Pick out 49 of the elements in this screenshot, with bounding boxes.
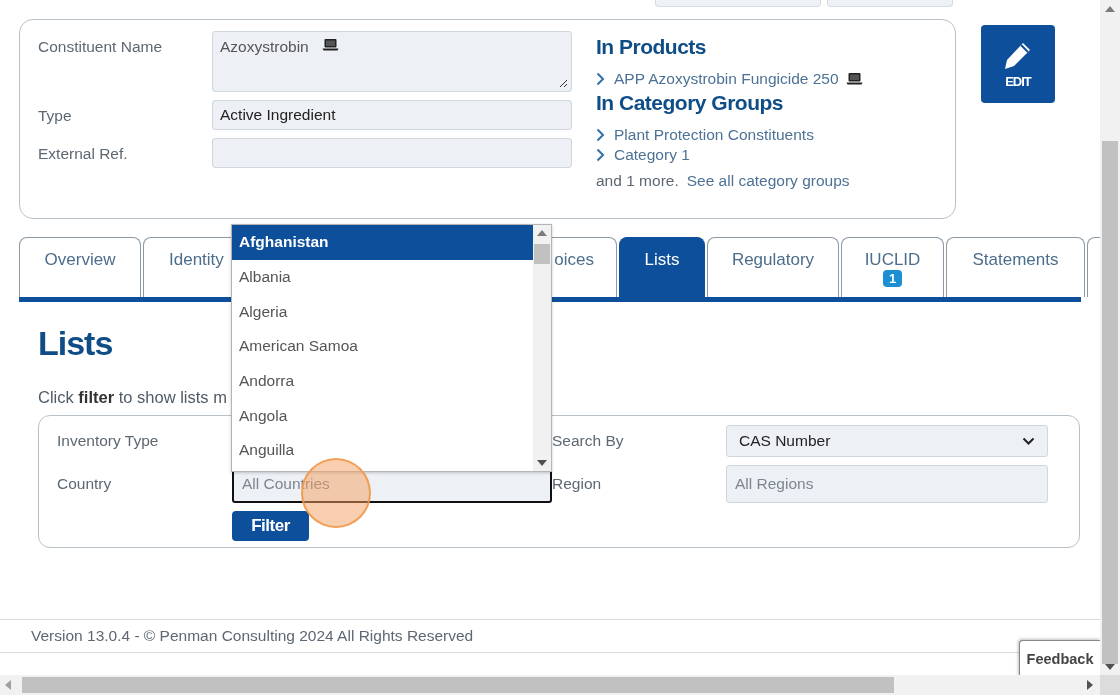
tab[interactable]: IUCLID 1 xyxy=(841,237,944,297)
dropdown-option[interactable]: Afghanistan xyxy=(232,225,533,260)
toolbar-button[interactable] xyxy=(655,0,821,7)
field-label: Search By xyxy=(552,432,625,450)
section-heading: In Products xyxy=(596,35,707,59)
vertical-scrollbar[interactable] xyxy=(1100,0,1120,675)
field-label: Inventory Type xyxy=(57,432,160,450)
dropdown-option[interactable]: American Samoa xyxy=(232,329,533,364)
section-title: Lists xyxy=(38,324,113,364)
laptop-icon xyxy=(321,38,339,51)
footer-text: Version 13.0.4 - © Penman Consulting 2024 All Rights Reserved xyxy=(31,627,474,645)
related-link[interactable]: Category 1 xyxy=(614,146,690,164)
tab[interactable]: Statements xyxy=(946,237,1085,297)
input-field[interactable]: Active Ingredient xyxy=(212,100,572,130)
text-area[interactable]: Azoxystrobin xyxy=(212,31,572,92)
chevron-down-icon xyxy=(1022,436,1035,446)
see-all-link[interactable]: See all category groups xyxy=(686,172,850,190)
field-label: Type xyxy=(38,106,73,126)
chevron-icon xyxy=(596,128,605,142)
tab[interactable]: Overview xyxy=(19,237,141,297)
dropdown-option[interactable]: Algeria xyxy=(232,294,533,330)
resize-grip-icon xyxy=(559,79,568,88)
filter-button[interactable]: Filter xyxy=(232,511,309,541)
related-link[interactable]: Plant Protection Constituents xyxy=(614,126,814,144)
dropdown-option[interactable]: Angola xyxy=(232,398,533,434)
edit-button[interactable]: EDIT xyxy=(981,25,1055,103)
tab[interactable]: Lists xyxy=(619,237,705,297)
dropdown-option[interactable]: Anguilla xyxy=(232,433,533,468)
dropdown-option[interactable]: Andorra xyxy=(232,363,533,399)
tab[interactable]: Regulatory xyxy=(707,237,839,297)
section-heading: In Category Groups xyxy=(596,91,785,115)
field-label: External Ref. xyxy=(38,144,129,164)
select-field[interactable]: CAS Number xyxy=(726,425,1048,457)
field-label: Country xyxy=(57,475,113,493)
intro-text: Click filter to show lists m xyxy=(38,388,228,407)
related-link[interactable]: APP Azoxystrobin Fungicide 250 xyxy=(614,70,863,88)
horizontal-scrollbar[interactable] xyxy=(0,675,1100,695)
country-dropdown-list[interactable]: Afghanistan Albania Algeria American Samoa Andorra Angola Anguilla xyxy=(231,224,552,472)
feedback-button[interactable]: Feedback xyxy=(1019,640,1100,675)
field-label: Region xyxy=(552,475,603,493)
count-badge: 1 xyxy=(882,270,903,287)
scrollbar-corner xyxy=(1100,675,1120,695)
toolbar-button[interactable] xyxy=(827,0,953,7)
list-scrollbar[interactable] xyxy=(533,225,551,471)
more-text: and 1 more. xyxy=(596,172,679,190)
chevron-icon xyxy=(596,72,605,86)
chevron-icon xyxy=(596,148,605,162)
field-label: Constituent Name xyxy=(38,37,164,57)
laptop-icon xyxy=(845,72,863,85)
